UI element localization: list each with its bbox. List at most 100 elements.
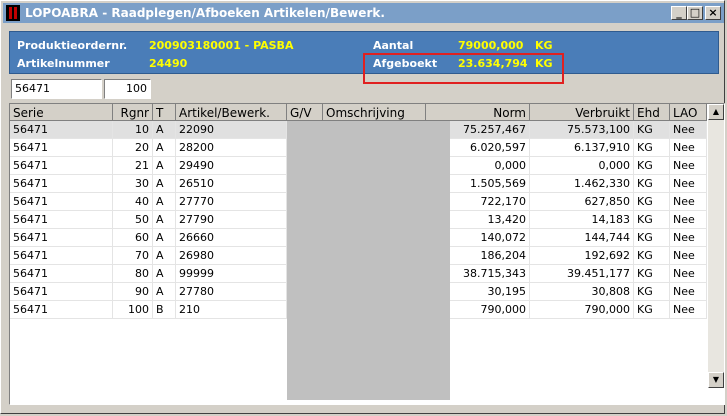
application-window: LOPOABRA - Raadplegen/Afboeken Artikelen… xyxy=(0,0,725,414)
cell-verbruikt: 192,692 xyxy=(530,247,634,264)
productieorder-value: 200903180001 - PASBA xyxy=(149,39,294,52)
cell-verbruikt: 6.137,910 xyxy=(530,139,634,156)
window-title: LOPOABRA - Raadplegen/Afboeken Artikelen… xyxy=(25,6,385,20)
column-header-norm[interactable]: Norm xyxy=(426,104,530,121)
artikelnummer-value: 24490 xyxy=(149,57,188,70)
cell-serie: 56471 xyxy=(10,265,113,282)
cell-ehd: KG xyxy=(634,247,670,264)
cell-ehd: KG xyxy=(634,229,670,246)
cell-serie: 56471 xyxy=(10,121,113,138)
cell-rgnr: 90 xyxy=(113,283,153,300)
cell-serie: 56471 xyxy=(10,157,113,174)
cell-verbruikt: 30,808 xyxy=(530,283,634,300)
vertical-scrollbar[interactable]: ▲ ▼ xyxy=(708,104,724,388)
cell-artikel: 99999 xyxy=(176,265,287,282)
cell-artikel: 27790 xyxy=(176,211,287,228)
column-header-omschrijving[interactable]: Omschrijving xyxy=(323,104,426,121)
cell-lao: Nee xyxy=(670,283,707,300)
column-header-artikel[interactable]: Artikel/Bewerk. xyxy=(176,104,287,121)
cell-artikel: 26660 xyxy=(176,229,287,246)
rgnr-filter-field[interactable]: 100 xyxy=(104,79,151,99)
cell-rgnr: 70 xyxy=(113,247,153,264)
cell-type: A xyxy=(153,157,176,174)
cell-type: A xyxy=(153,139,176,156)
cell-artikel: 27770 xyxy=(176,193,287,210)
scroll-up-button[interactable]: ▲ xyxy=(708,104,724,120)
cell-artikel: 27780 xyxy=(176,283,287,300)
cell-type: A xyxy=(153,247,176,264)
column-header-lao[interactable]: LAO xyxy=(670,104,707,121)
articles-grid[interactable]: Serie Rgnr T Artikel/Bewerk. G/V Omschri… xyxy=(9,103,725,405)
cell-verbruikt: 1.462,330 xyxy=(530,175,634,192)
column-header-verbruikt[interactable]: Verbruikt xyxy=(530,104,634,121)
cell-lao: Nee xyxy=(670,301,707,318)
cell-ehd: KG xyxy=(634,193,670,210)
hidden-columns-overlay xyxy=(287,121,450,400)
cell-ehd: KG xyxy=(634,139,670,156)
cell-serie: 56471 xyxy=(10,301,113,318)
cell-serie: 56471 xyxy=(10,139,113,156)
cell-serie: 56471 xyxy=(10,193,113,210)
cell-verbruikt: 627,850 xyxy=(530,193,634,210)
column-header-ehd[interactable]: Ehd xyxy=(634,104,670,121)
artikelnummer-label: Artikelnummer xyxy=(17,57,110,70)
cell-serie: 56471 xyxy=(10,211,113,228)
cell-rgnr: 30 xyxy=(113,175,153,192)
cell-rgnr: 40 xyxy=(113,193,153,210)
serie-filter-field[interactable]: 56471 xyxy=(11,79,102,99)
cell-rgnr: 60 xyxy=(113,229,153,246)
cell-serie: 56471 xyxy=(10,247,113,264)
cell-artikel: 210 xyxy=(176,301,287,318)
cell-type: A xyxy=(153,211,176,228)
cell-ehd: KG xyxy=(634,121,670,138)
cell-ehd: KG xyxy=(634,265,670,282)
app-icon xyxy=(6,5,20,21)
aantal-unit: KG xyxy=(535,39,553,52)
cell-lao: Nee xyxy=(670,175,707,192)
cell-ehd: KG xyxy=(634,175,670,192)
cell-verbruikt: 144,744 xyxy=(530,229,634,246)
title-bar[interactable]: LOPOABRA - Raadplegen/Afboeken Artikelen… xyxy=(3,3,724,23)
cell-type: A xyxy=(153,193,176,210)
cell-lao: Nee xyxy=(670,265,707,282)
cell-serie: 56471 xyxy=(10,283,113,300)
cell-serie: 56471 xyxy=(10,229,113,246)
aantal-value: 79000,000 xyxy=(458,39,524,52)
column-header-rgnr[interactable]: Rgnr xyxy=(113,104,153,121)
cell-verbruikt: 75.573,100 xyxy=(530,121,634,138)
cell-lao: Nee xyxy=(670,211,707,228)
column-header-gv[interactable]: G/V xyxy=(287,104,323,121)
cell-lao: Nee xyxy=(670,157,707,174)
cell-verbruikt: 790,000 xyxy=(530,301,634,318)
cell-serie: 56471 xyxy=(10,175,113,192)
cell-rgnr: 50 xyxy=(113,211,153,228)
column-header-t[interactable]: T xyxy=(153,104,176,121)
cell-type: A xyxy=(153,265,176,282)
cell-type: A xyxy=(153,229,176,246)
aantal-label: Aantal xyxy=(373,39,414,52)
minimize-button[interactable]: _ xyxy=(671,6,687,20)
cell-rgnr: 21 xyxy=(113,157,153,174)
scroll-down-button[interactable]: ▼ xyxy=(708,372,724,388)
cell-type: B xyxy=(153,301,176,318)
afgeboekt-highlight-box xyxy=(363,53,564,84)
cell-artikel: 28200 xyxy=(176,139,287,156)
cell-rgnr: 20 xyxy=(113,139,153,156)
cell-verbruikt: 0,000 xyxy=(530,157,634,174)
cell-artikel: 22090 xyxy=(176,121,287,138)
cell-lao: Nee xyxy=(670,247,707,264)
cell-ehd: KG xyxy=(634,301,670,318)
close-button[interactable]: × xyxy=(705,6,721,20)
cell-ehd: KG xyxy=(634,157,670,174)
cell-verbruikt: 39.451,177 xyxy=(530,265,634,282)
cell-ehd: KG xyxy=(634,211,670,228)
cell-rgnr: 10 xyxy=(113,121,153,138)
cell-ehd: KG xyxy=(634,283,670,300)
cell-verbruikt: 14,183 xyxy=(530,211,634,228)
maximize-button[interactable]: □ xyxy=(687,6,703,20)
cell-artikel: 26510 xyxy=(176,175,287,192)
cell-artikel: 29490 xyxy=(176,157,287,174)
column-header-serie[interactable]: Serie xyxy=(10,104,113,121)
cell-type: A xyxy=(153,175,176,192)
cell-artikel: 26980 xyxy=(176,247,287,264)
